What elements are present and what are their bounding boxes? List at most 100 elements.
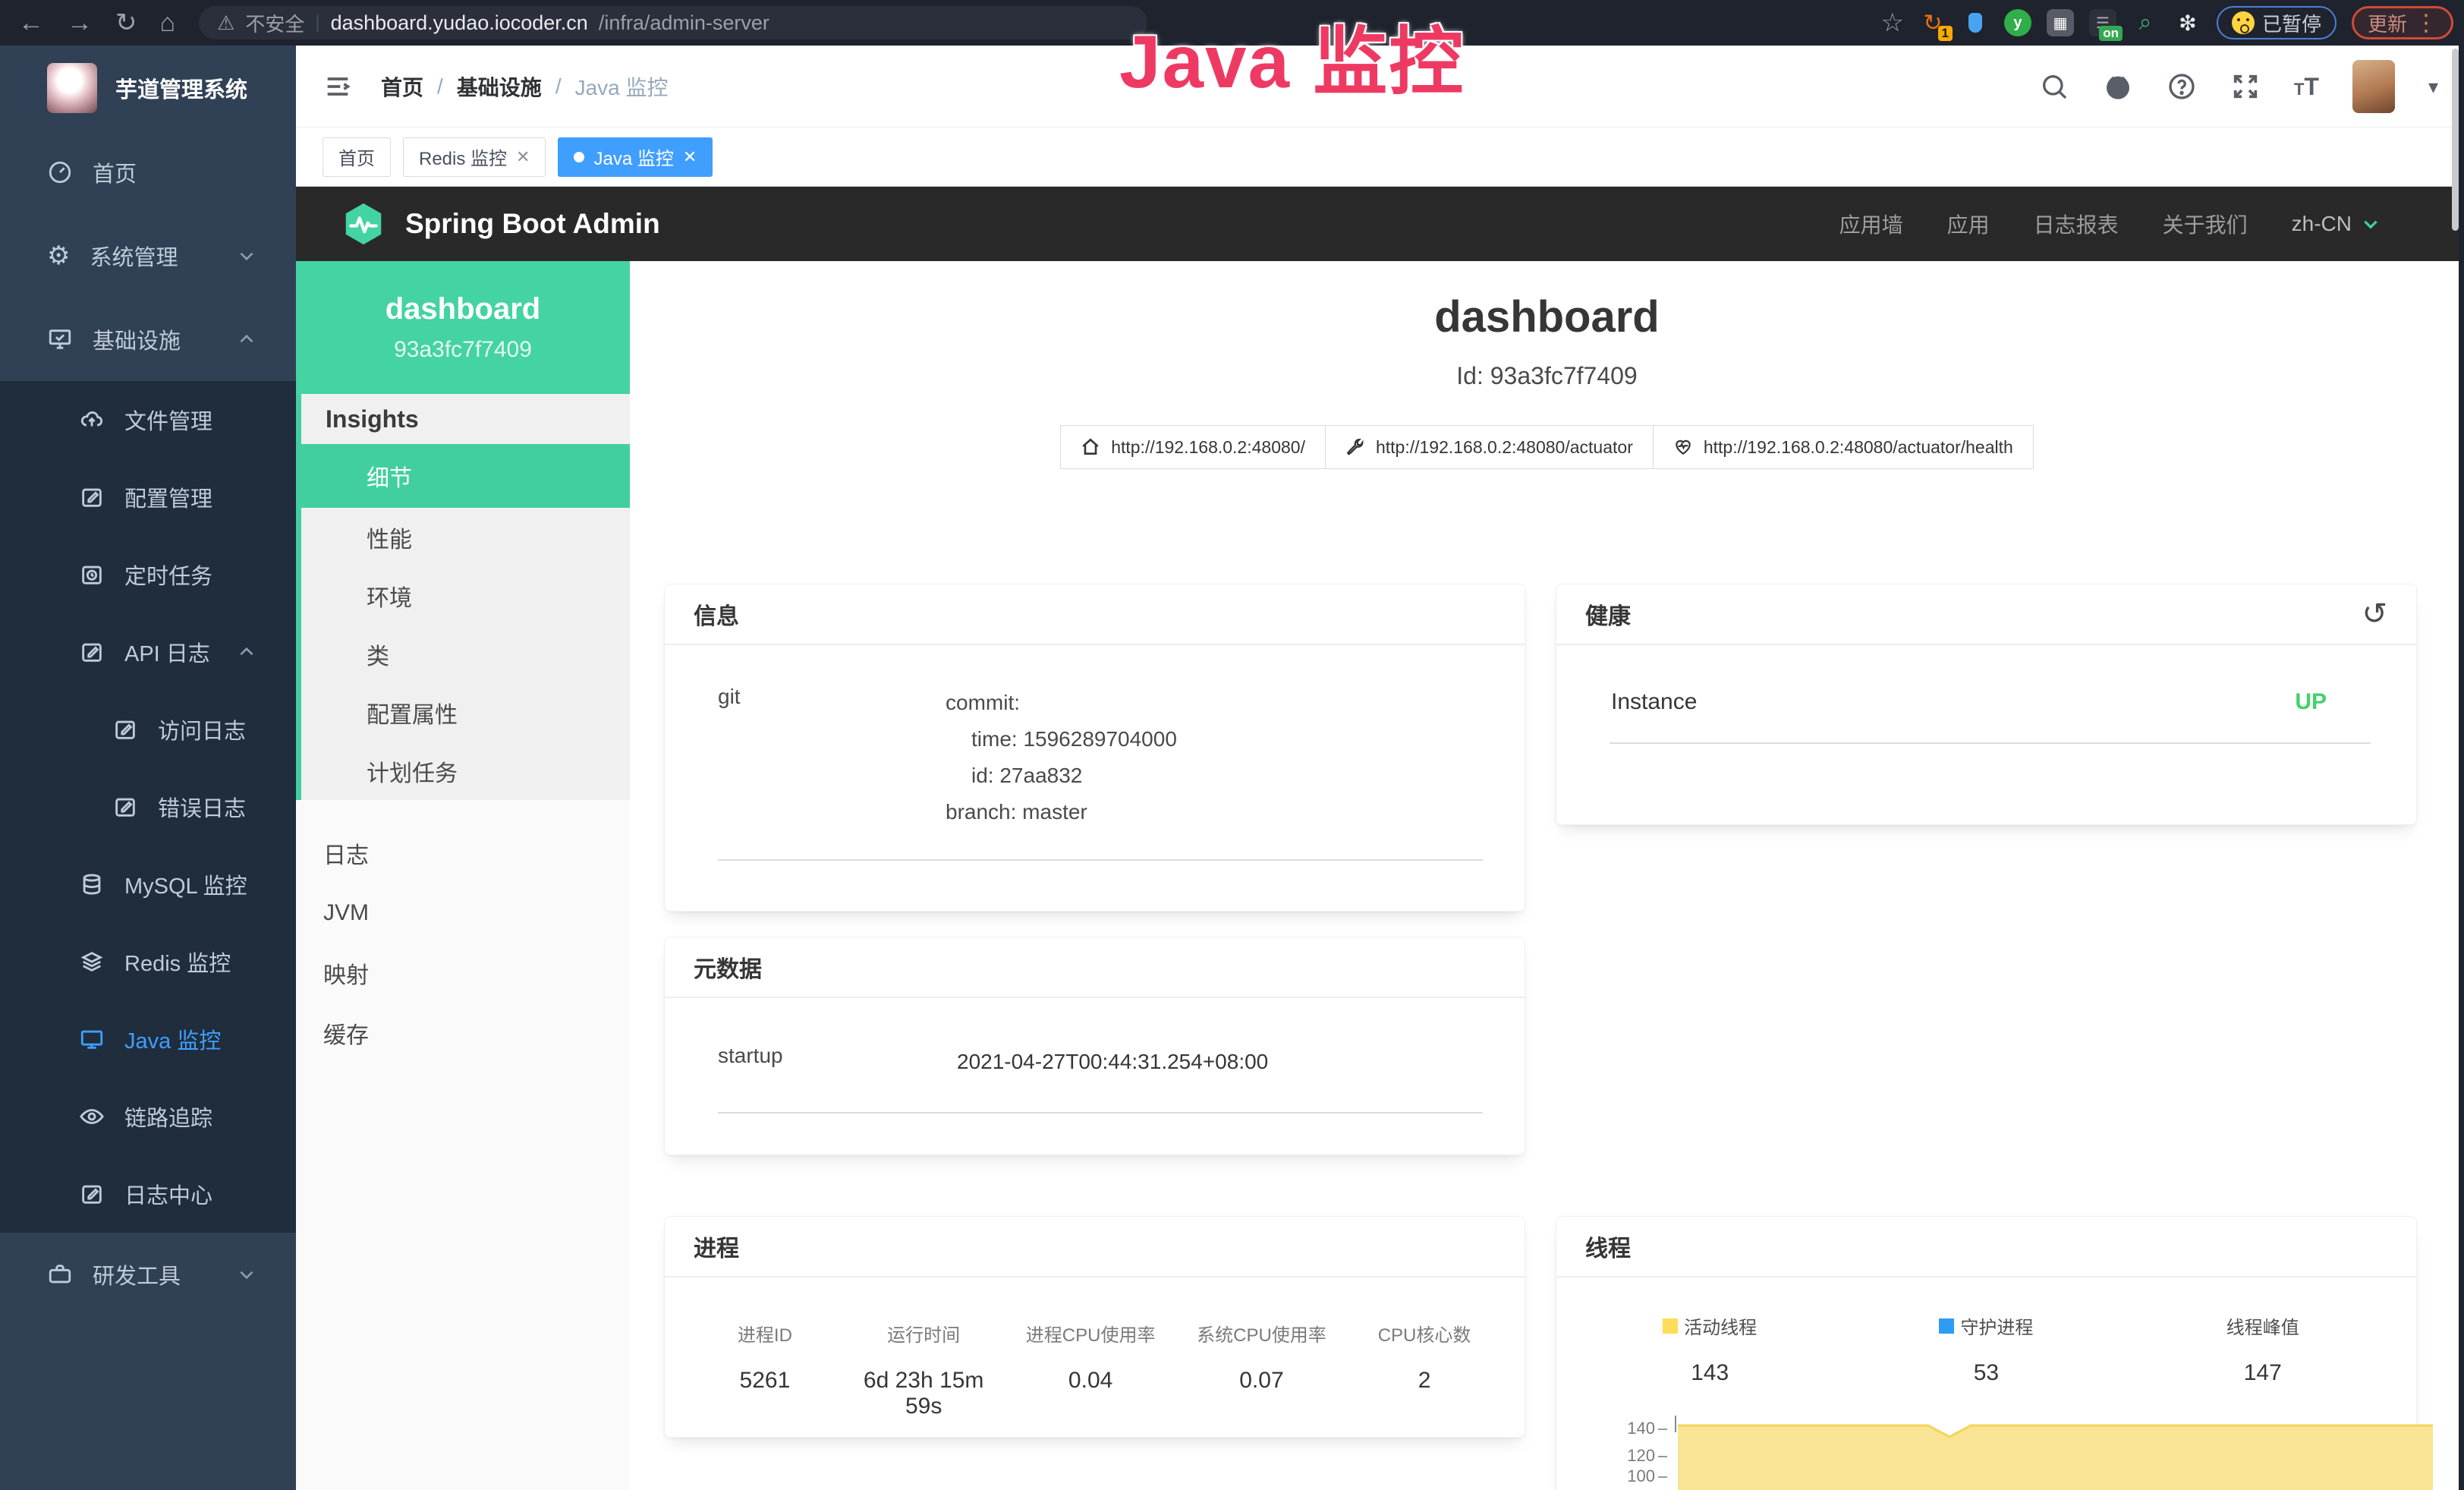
sba-item-environment[interactable]: 环境 bbox=[301, 566, 630, 625]
sidebar-item-mysql[interactable]: MySQL 监控 bbox=[0, 846, 296, 923]
sba-nav-wallboard[interactable]: 应用墙 bbox=[1839, 209, 1903, 239]
extension-y-icon[interactable]: y bbox=[2004, 9, 2031, 36]
legend-swatch-daemon bbox=[1939, 1318, 1954, 1334]
app-logo bbox=[47, 63, 97, 113]
live-threads-area bbox=[1678, 1419, 2433, 1490]
sba-instance-header[interactable]: dashboard 93a3fc7f7409 bbox=[296, 261, 630, 394]
sba-nav-applications[interactable]: 应用 bbox=[1947, 209, 1990, 239]
instance-links: http://192.168.0.2:48080/ http://192.168… bbox=[630, 425, 2464, 469]
font-size-icon[interactable]: TT bbox=[2294, 73, 2319, 101]
y-tick-100: 100 bbox=[1556, 1466, 1655, 1486]
extension-refresh-icon[interactable]: ↻1 bbox=[1919, 9, 1946, 36]
sba-item-scheduled-tasks[interactable]: 计划任务 bbox=[301, 742, 630, 800]
sba-language-select[interactable]: zh-CN bbox=[2292, 212, 2381, 236]
sba-item-classes[interactable]: 类 bbox=[301, 625, 630, 683]
reload-icon[interactable]: ↻ bbox=[115, 8, 137, 38]
close-icon[interactable]: ✕ bbox=[683, 147, 697, 167]
chevron-down-icon bbox=[237, 246, 256, 266]
briefcase-icon bbox=[47, 1262, 73, 1287]
health-url-link[interactable]: http://192.168.0.2:48080/actuator/health bbox=[1654, 425, 2034, 469]
sidebar-item-trace[interactable]: 链路追踪 bbox=[0, 1078, 296, 1155]
extension-list-icon[interactable]: ☰on bbox=[2089, 9, 2116, 36]
sba-item-config-props[interactable]: 配置属性 bbox=[301, 683, 630, 742]
extension-pin-icon[interactable] bbox=[1962, 9, 1989, 36]
help-icon[interactable] bbox=[2167, 71, 2197, 102]
tab-redis-monitor[interactable]: Redis 监控✕ bbox=[403, 137, 546, 177]
extension-magnifier-icon[interactable]: ⌕ bbox=[2132, 9, 2159, 36]
database-icon bbox=[79, 871, 105, 897]
sidebar-item-error-log[interactable]: 错误日志 bbox=[0, 768, 296, 846]
app-logo-row[interactable]: 芋道管理系统 bbox=[0, 46, 296, 131]
back-icon[interactable]: ← bbox=[18, 8, 44, 38]
sba-item-details[interactable]: 细节 bbox=[301, 444, 630, 508]
sidebar-item-java-monitor[interactable]: Java 监控 bbox=[0, 1000, 296, 1078]
sba-nav-journal[interactable]: 日志报表 bbox=[2034, 209, 2119, 239]
sidebar-item-jobs[interactable]: 定时任务 bbox=[0, 536, 296, 613]
avatar-caret-icon[interactable]: ▾ bbox=[2428, 75, 2438, 99]
sidebar-item-files[interactable]: 文件管理 bbox=[0, 381, 296, 458]
sba-nav-about[interactable]: 关于我们 bbox=[2163, 209, 2248, 239]
sba-brand[interactable]: Spring Boot Admin bbox=[296, 200, 660, 247]
app-sidebar: 芋道管理系统 首页 ⚙ 系统管理 基础设施 文件管理 配置管理 bbox=[0, 46, 296, 1490]
y-axis bbox=[1675, 1416, 1676, 1432]
page-title: dashboard bbox=[630, 291, 2464, 342]
tab-java-monitor[interactable]: Java 监控✕ bbox=[558, 137, 713, 177]
extension-on-badge: on bbox=[2099, 26, 2123, 41]
fullscreen-icon[interactable] bbox=[2230, 71, 2261, 102]
sba-insights-group: Insights 细节 性能 环境 类 配置属性 计划任务 bbox=[296, 394, 630, 800]
sidebar-item-log-center[interactable]: 日志中心 bbox=[0, 1155, 296, 1233]
address-bar[interactable]: ⚠ 不安全 | dashboard.yudao.iocoder.cn /infr… bbox=[199, 6, 1147, 39]
github-icon[interactable] bbox=[2103, 71, 2133, 102]
sba-item-caches[interactable]: 缓存 bbox=[296, 1003, 630, 1063]
extension-grid-icon[interactable]: ▦ bbox=[2047, 9, 2074, 36]
process-pid-col: 进程ID 5261 bbox=[688, 1320, 842, 1419]
sidebar-item-system[interactable]: ⚙ 系统管理 bbox=[0, 214, 296, 298]
sidebar-item-api-log[interactable]: API 日志 bbox=[0, 613, 296, 691]
sidebar-item-redis[interactable]: Redis 监控 bbox=[0, 923, 296, 1000]
scrollbar-thumb[interactable] bbox=[2452, 49, 2459, 231]
sba-item-metrics[interactable]: 性能 bbox=[301, 508, 630, 566]
card-threads: 线程 活动线程 143 守护进程 53 线程峰值 147 bbox=[1556, 1216, 2417, 1490]
card-metadata: 元数据 startup 2021-04-27T00:44:31.254+08:0… bbox=[664, 937, 1525, 1155]
service-url-link[interactable]: http://192.168.0.2:48080/ bbox=[1060, 425, 1326, 469]
card-health-title: 健康 bbox=[1585, 597, 1631, 631]
breadcrumb-infra[interactable]: 基础设施 bbox=[457, 71, 542, 102]
info-git-row: git commit: time: 1596289704000 id: 27aa… bbox=[718, 685, 1483, 830]
forward-icon[interactable]: → bbox=[67, 8, 93, 38]
insights-group-label: Insights bbox=[301, 394, 630, 444]
tags-view: 首页 Redis 监控✕ Java 监控✕ bbox=[296, 128, 2464, 187]
paused-label: 已暂停 bbox=[2262, 9, 2321, 37]
history-icon[interactable]: ↺ bbox=[2362, 599, 2387, 629]
sidebar-item-config[interactable]: 配置管理 bbox=[0, 458, 296, 536]
sidebar-item-devtools[interactable]: 研发工具 bbox=[0, 1233, 296, 1316]
extensions-puzzle-icon[interactable]: ❇ bbox=[2174, 9, 2201, 36]
health-instance-row: Instance UP bbox=[1556, 645, 2416, 715]
sidebar-item-home[interactable]: 首页 bbox=[0, 131, 296, 214]
avatar[interactable] bbox=[2352, 60, 2395, 113]
threads-live-col: 活动线程 143 bbox=[1572, 1312, 1848, 1386]
sidebar-item-infra[interactable]: 基础设施 bbox=[0, 298, 296, 381]
content-area: 首页 / 基础设施 / Java 监控 TT ▾ 首页 Redis 监控✕ Ja… bbox=[296, 46, 2464, 1490]
actuator-url-link[interactable]: http://192.168.0.2:48080/actuator bbox=[1326, 425, 1654, 469]
breadcrumb-home[interactable]: 首页 bbox=[381, 71, 423, 102]
hamburger-icon[interactable] bbox=[323, 71, 353, 102]
sba-sidebar: dashboard 93a3fc7f7409 Insights 细节 性能 环境… bbox=[296, 261, 630, 1490]
paused-pill[interactable]: 已暂停 bbox=[2217, 6, 2337, 39]
sba-item-jvm[interactable]: JVM bbox=[296, 883, 630, 943]
display-icon bbox=[79, 1026, 105, 1052]
sba-item-mappings[interactable]: 映射 bbox=[296, 943, 630, 1003]
bookmark-star-icon[interactable]: ☆ bbox=[1880, 8, 1903, 38]
wrench-icon bbox=[1345, 437, 1365, 457]
tab-home[interactable]: 首页 bbox=[323, 137, 391, 177]
search-icon[interactable] bbox=[2039, 71, 2069, 102]
close-icon[interactable]: ✕ bbox=[516, 147, 530, 167]
sba-item-logging[interactable]: 日志 bbox=[296, 823, 630, 883]
emoji-face-icon bbox=[2232, 11, 2255, 34]
browser-menu-icon[interactable]: ⋮ bbox=[2415, 10, 2437, 36]
home-icon[interactable]: ⌂ bbox=[160, 8, 176, 38]
update-button[interactable]: 更新 ⋮ bbox=[2352, 6, 2453, 39]
timer-icon bbox=[79, 562, 105, 587]
annotation-java-monitor: Java 监控 bbox=[1119, 2, 1465, 109]
update-label: 更新 bbox=[2368, 9, 2407, 37]
sidebar-item-access-log[interactable]: 访问日志 bbox=[0, 691, 296, 768]
